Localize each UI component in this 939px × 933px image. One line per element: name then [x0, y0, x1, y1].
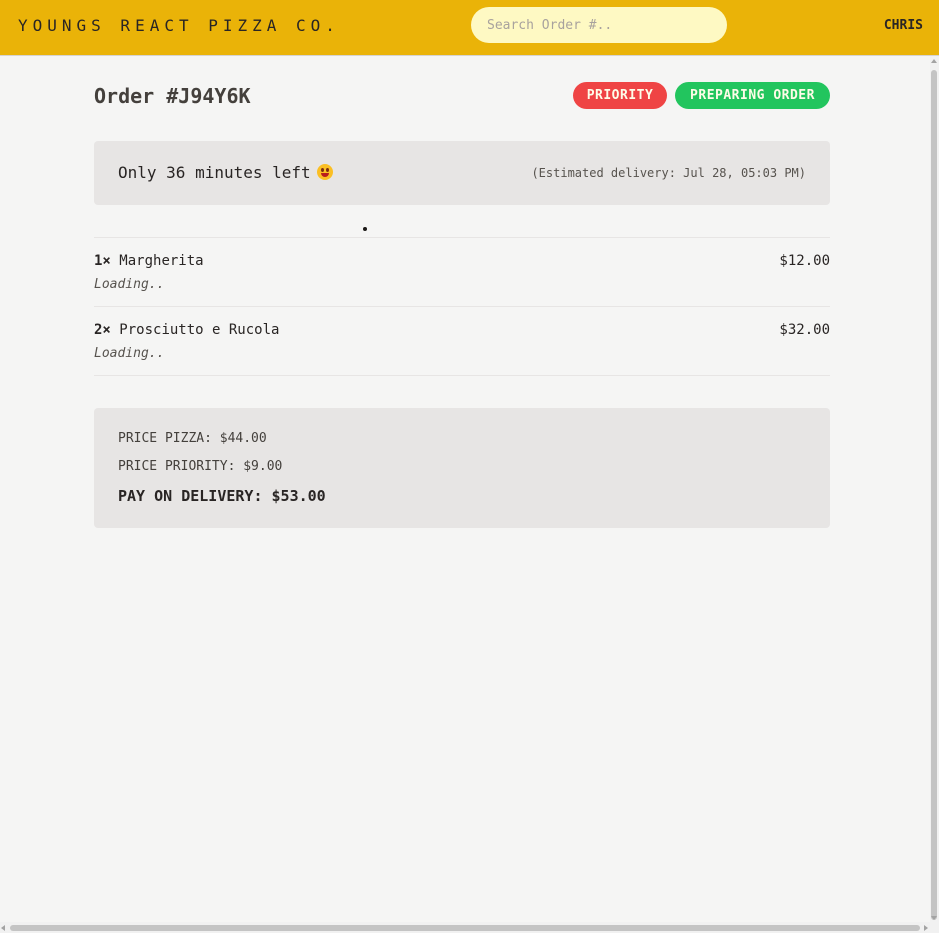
item-ingredients: Loading.. [94, 346, 165, 361]
status-badge: PREPARING ORDER [675, 82, 830, 109]
horizontal-scrollbar[interactable] [0, 922, 939, 933]
item-name-line: 1× Margherita [94, 253, 204, 269]
scroll-up-arrow-icon[interactable] [931, 59, 937, 63]
time-left: Only 36 minutes left [118, 163, 333, 182]
app-header: YOUNGS REACT PIZZA CO. CHRIS [0, 0, 939, 56]
item-quantity: 1× [94, 253, 111, 269]
order-items-list: 1× Margherita $12.00 Loading.. 2× Prosci… [94, 237, 830, 376]
vertical-scroll-thumb[interactable] [931, 70, 937, 920]
mouse-cursor-dot [363, 227, 367, 231]
list-item: 1× Margherita $12.00 Loading.. [94, 238, 830, 307]
pay-on-delivery: PAY ON DELIVERY: $53.00 [118, 487, 326, 505]
scroll-right-arrow-icon[interactable] [924, 925, 928, 931]
scroll-left-arrow-icon[interactable] [1, 925, 5, 931]
item-name-line: 2× Prosciutto e Rucola [94, 322, 279, 338]
item-name: Margherita [119, 253, 204, 269]
price-pizza: PRICE PIZZA: $44.00 [118, 431, 267, 446]
item-name: Prosciutto e Rucola [119, 322, 280, 338]
time-left-text: Only 36 minutes left [118, 163, 311, 182]
list-item: 2× Prosciutto e Rucola $32.00 Loading.. [94, 307, 830, 376]
priority-badge: PRIORITY [573, 82, 667, 109]
scroll-down-arrow-icon[interactable] [931, 916, 937, 920]
delivery-eta-panel: Only 36 minutes left (Estimated delivery… [94, 141, 830, 205]
price-summary-panel: PRICE PIZZA: $44.00 PRICE PRIORITY: $9.0… [94, 408, 830, 528]
estimated-delivery: (Estimated delivery: Jul 28, 05:03 PM) [531, 166, 806, 180]
item-price: $32.00 [779, 322, 830, 338]
brand-logo-link[interactable]: YOUNGS REACT PIZZA CO. [18, 16, 340, 35]
item-quantity: 2× [94, 322, 111, 338]
username: CHRIS [883, 18, 923, 33]
order-title: Order #J94Y6K [94, 84, 251, 108]
price-priority: PRICE PRIORITY: $9.00 [118, 459, 283, 474]
item-ingredients: Loading.. [94, 277, 165, 292]
search-order-input[interactable] [471, 7, 727, 43]
vertical-scrollbar[interactable] [930, 56, 939, 922]
item-price: $12.00 [779, 253, 830, 269]
horizontal-scroll-thumb[interactable] [10, 925, 920, 931]
grinning-face-icon [316, 164, 333, 180]
